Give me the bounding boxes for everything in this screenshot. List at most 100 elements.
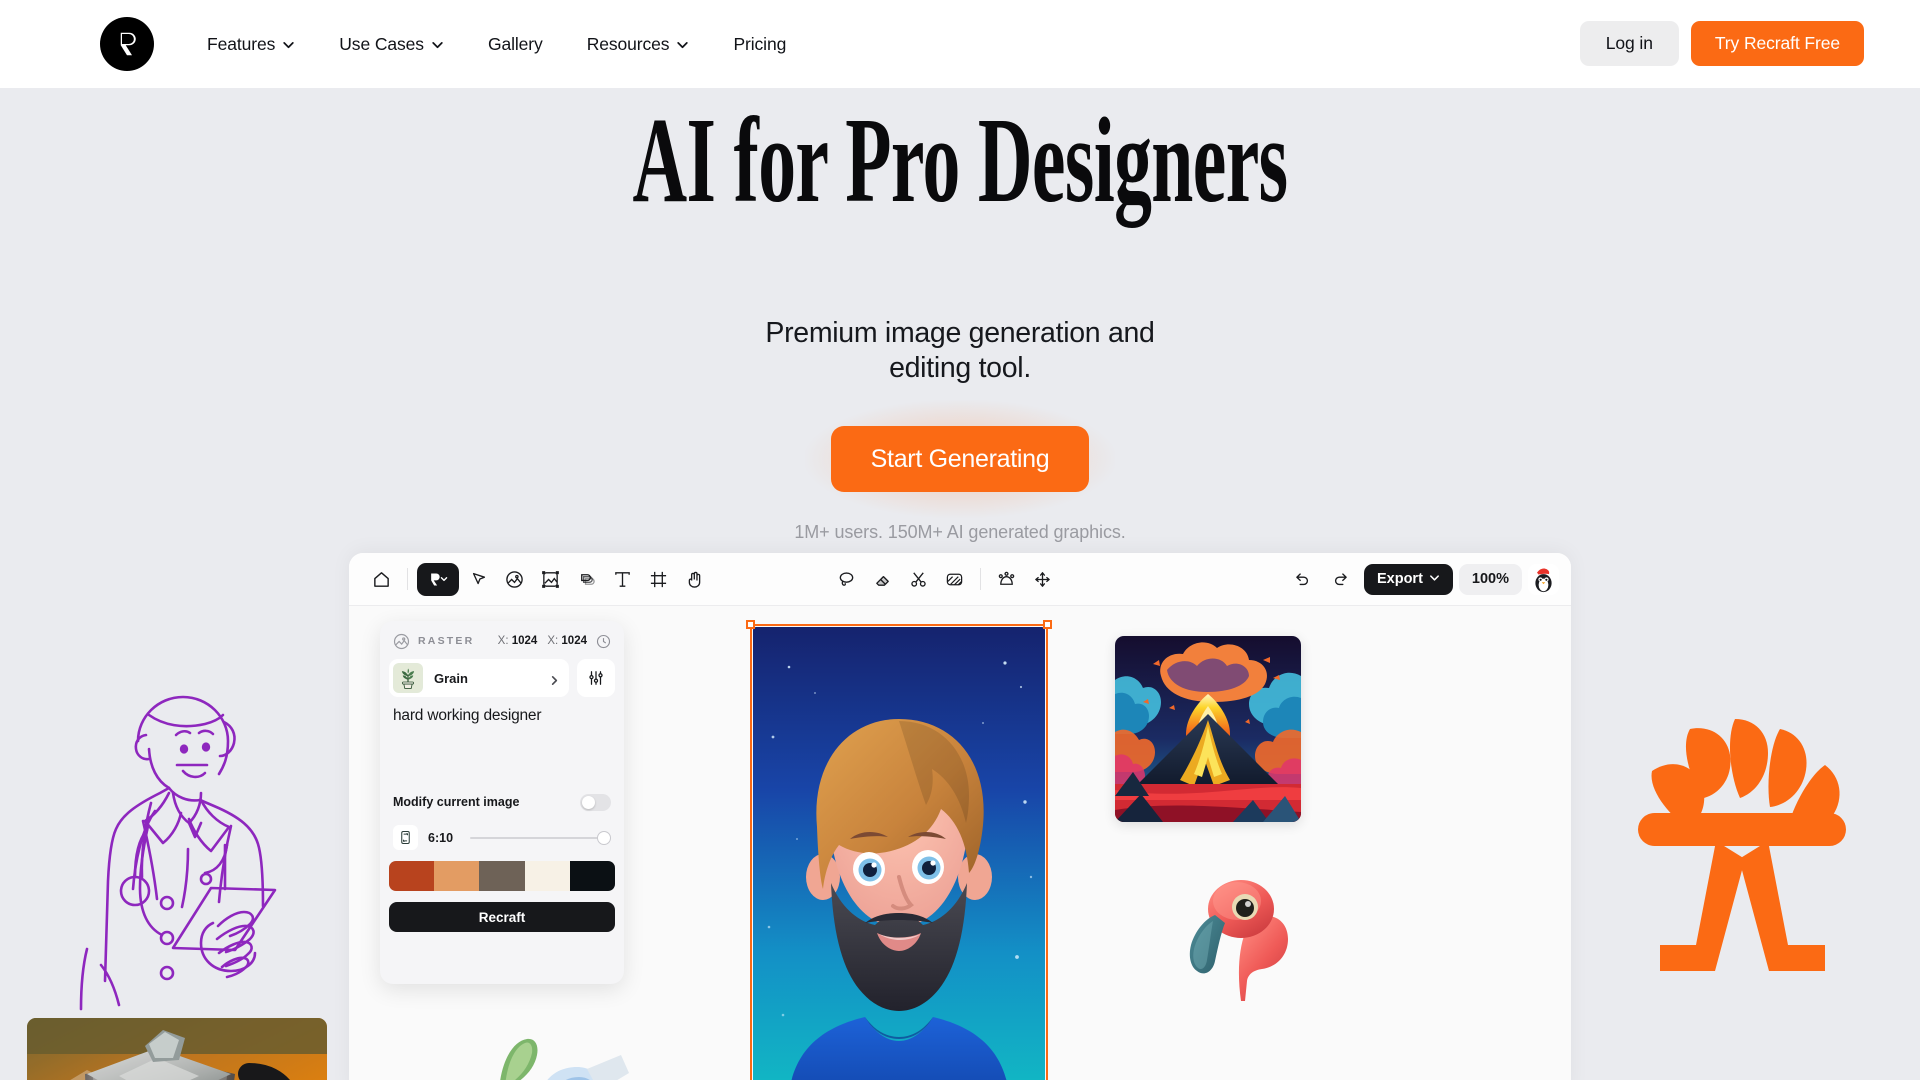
layers-icon[interactable] [570,563,603,596]
width-value: 1024 [511,635,538,647]
hero-cta-wrap: Start Generating [0,400,1920,518]
vector-image-icon[interactable] [534,563,567,596]
nav-label: Resources [586,33,670,54]
aspect-ratio-label: 6:10 [428,830,454,845]
home-icon[interactable] [365,563,398,596]
nav-item-use-cases[interactable]: Use Cases [317,0,466,88]
style-name-label: Grain [434,670,468,686]
palette-swatch-2[interactable] [434,861,480,891]
hand-icon[interactable] [678,563,711,596]
modify-label: Modify current image [393,795,520,809]
nav-label: Pricing [733,33,787,54]
toolbar-left-group [365,562,711,596]
hero-section: AI for Pro Designers Premium image gener… [0,88,1920,1080]
scissors-icon[interactable] [902,563,935,596]
color-palette [389,861,615,891]
slider-track [470,836,611,839]
palette-swatch-1[interactable] [389,861,435,891]
canvas-artwork-leaf-sketch[interactable] [479,983,629,1080]
export-button[interactable]: Export [1363,563,1453,595]
chevron-down-icon [1429,571,1440,587]
generate-tool-button[interactable] [417,562,459,596]
canvas-artwork-portrait[interactable] [753,627,1045,1080]
canvas-height: X: 1024 [547,635,587,647]
panel-header: RASTER X: 1024 X: 1024 [389,630,615,652]
sliders-icon[interactable] [577,659,615,697]
potted-plant-icon [393,663,423,693]
doctor-line-art-illustration [45,683,320,1013]
nav-item-resources[interactable]: Resources [565,0,712,88]
header-actions: Log in Try Recraft Free [1579,21,1864,66]
cursor-select-icon[interactable] [462,563,495,596]
nav-label: Gallery [487,33,543,54]
chevron-right-icon [549,673,560,685]
modify-current-image-row: Modify current image [389,789,615,815]
width-key: X: [497,635,509,647]
generation-settings-panel: RASTER X: 1024 X: 1024 Grain hard workin… [380,621,624,984]
aspect-ratio-row: 6:10 [389,825,615,850]
toolbar-divider [407,568,408,590]
style-selector[interactable]: Grain [389,659,569,697]
vectorize-icon[interactable] [990,563,1023,596]
style-row: Grain [389,659,615,697]
page-title: AI for Pro Designers [632,93,1289,228]
recraft-editor-mockup: Export 100% RASTER X: 1024 X: 1024 Grain… [349,553,1571,1080]
toolbar-right-group: Export 100% [1286,563,1559,596]
chevron-down-icon [431,38,444,51]
redo-icon[interactable] [1325,563,1358,596]
toggle-knob [582,795,595,809]
cta-glow: Start Generating [804,400,1116,518]
recraft-logo[interactable] [100,17,154,71]
frame-icon[interactable] [642,563,675,596]
toolbar-middle-group [830,563,1059,596]
prompt-input[interactable]: hard working designer [389,707,615,789]
layer-type-label: RASTER [418,635,475,647]
size-slider[interactable] [470,830,611,846]
raster-image-icon[interactable] [498,563,531,596]
height-key: X: [547,635,559,647]
recraft-r-logo-icon [112,29,142,59]
palette-swatch-5[interactable] [569,861,615,891]
palette-swatch-3[interactable] [479,861,525,891]
modify-toggle[interactable] [580,793,611,811]
nav-label: Use Cases [339,33,424,54]
site-header: Features Use Cases Gallery Resources Pri… [0,0,1920,88]
hero-subtitle-line1: Premium image generation and [765,317,1155,349]
height-value: 1024 [561,635,587,647]
canvas-artwork-flamingo[interactable] [1179,871,1297,1001]
nav-item-pricing[interactable]: Pricing [711,0,808,88]
hero-subtitle-line2: editing tool. [889,352,1031,384]
nav-item-features[interactable]: Features [185,0,317,88]
palette-swatch-4[interactable] [524,861,570,891]
user-avatar[interactable] [1528,563,1559,595]
main-nav: Features Use Cases Gallery Resources Pri… [185,0,808,88]
canvas-width: X: 1024 [498,635,538,647]
eraser-icon[interactable] [866,563,899,596]
zoom-level-control[interactable]: 100% [1458,563,1522,595]
login-button[interactable]: Log in [1579,21,1679,66]
editor-toolbar: Export 100% [349,553,1571,606]
nav-label: Features [207,33,276,54]
lasso-icon[interactable] [830,563,863,596]
orange-plant-table-graphic [1620,703,1865,973]
nav-item-gallery[interactable]: Gallery [466,0,565,88]
text-tool-icon[interactable] [606,563,639,596]
slider-thumb[interactable] [597,830,611,845]
chevron-down-icon [282,38,295,51]
export-label: Export [1376,571,1423,587]
moka-pot-painting [27,1018,327,1080]
start-generating-button[interactable]: Start Generating [830,426,1090,492]
clock-icon[interactable] [596,634,611,649]
hero-stats-note: 1M+ users. 150M+ AI generated graphics. [794,522,1126,542]
chevron-down-icon [676,38,689,51]
canvas-artwork-volcano[interactable] [1115,636,1301,822]
raster-image-icon [393,633,410,650]
portrait-frame-icon[interactable] [393,825,418,850]
undo-icon[interactable] [1286,563,1319,596]
move-icon[interactable] [1026,563,1059,596]
try-free-button[interactable]: Try Recraft Free [1690,21,1864,66]
toolbar-divider [980,568,981,590]
pattern-icon[interactable] [938,563,971,596]
hero-subtitle: Premium image generation and editing too… [0,316,1920,386]
recraft-generate-button[interactable]: Recraft [389,902,615,932]
